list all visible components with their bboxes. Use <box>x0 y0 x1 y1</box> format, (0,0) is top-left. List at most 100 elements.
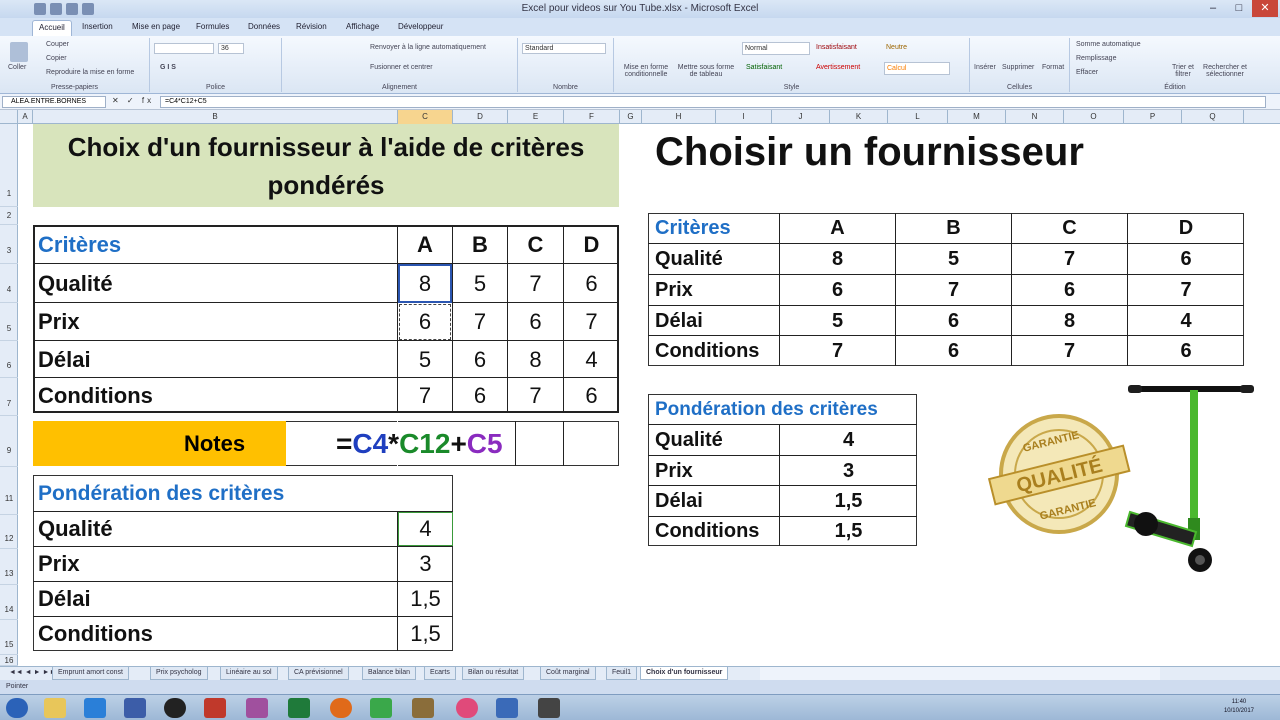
left-cell[interactable]: 5 <box>453 264 507 303</box>
col-f[interactable]: F <box>564 110 620 124</box>
right-weight-value[interactable]: 1,5 <box>780 517 917 546</box>
formula-edit-cell[interactable]: =C4*C12+C5 <box>336 426 503 462</box>
copy-button[interactable]: Copier <box>46 55 67 62</box>
horizontal-scrollbar[interactable] <box>760 667 1160 680</box>
col-d[interactable]: D <box>453 110 508 124</box>
right-cell[interactable]: 7 <box>1128 275 1244 305</box>
right-cell[interactable]: 6 <box>896 306 1011 336</box>
col-c[interactable]: C <box>398 110 453 124</box>
row-4[interactable]: 4 <box>0 264 18 303</box>
tab-formules[interactable]: Formules <box>190 20 235 36</box>
tab-developpeur[interactable]: Développeur <box>392 20 449 36</box>
col-e[interactable]: E <box>508 110 564 124</box>
row-15[interactable]: 15 <box>0 620 18 655</box>
worksheet[interactable]: Choix d'un fournisseur à l'aide de critè… <box>18 124 1280 666</box>
conditional-format-button[interactable]: Mise en forme conditionnelle <box>618 64 674 78</box>
row-1[interactable]: 1 <box>0 124 18 207</box>
number-format-select[interactable]: Standard <box>522 43 606 54</box>
left-cell[interactable]: 4 <box>564 341 619 378</box>
right-cell[interactable]: 4 <box>1128 306 1244 336</box>
ie-icon[interactable] <box>84 698 106 718</box>
row-7[interactable]: 7 <box>0 378 18 416</box>
wrap-text-button[interactable]: Renvoyer à la ligne automatiquement <box>370 44 486 51</box>
sheet-tab[interactable]: Prix psycholog <box>150 667 208 680</box>
col-j[interactable]: J <box>772 110 830 124</box>
pdf-icon[interactable] <box>204 698 226 718</box>
right-cell[interactable]: 6 <box>1128 336 1244 366</box>
app-icon[interactable] <box>412 698 434 718</box>
paste-icon[interactable] <box>10 42 28 62</box>
sheet-tab[interactable]: Balance bilan <box>362 667 417 680</box>
right-cell[interactable]: 6 <box>780 275 895 305</box>
left-cell[interactable]: 6 <box>453 378 507 413</box>
sheet-tab[interactable]: CA prévisionnel <box>288 667 349 680</box>
minimize-button[interactable]: – <box>1200 0 1226 17</box>
right-cell[interactable]: 5 <box>780 306 895 336</box>
weight-value[interactable]: 1,5 <box>398 617 453 651</box>
row-5[interactable]: 5 <box>0 303 18 341</box>
format-as-table-button[interactable]: Mettre sous forme de tableau <box>674 64 738 78</box>
sheet-tab[interactable]: Emprunt amort const <box>52 667 129 680</box>
delete-button[interactable]: Supprimer <box>1002 64 1034 71</box>
select-all-corner[interactable] <box>0 110 18 124</box>
sheet-tab[interactable]: Coût marginal <box>540 667 596 680</box>
sort-filter-button[interactable]: Trier et filtrer <box>1166 64 1200 78</box>
app-icon[interactable] <box>538 698 560 718</box>
paste-button[interactable]: Coller <box>8 64 26 71</box>
row-14[interactable]: 14 <box>0 585 18 620</box>
left-cell[interactable]: 8 <box>508 341 563 378</box>
app-icon[interactable] <box>124 698 146 718</box>
fill-button[interactable]: Remplissage <box>1076 55 1116 62</box>
left-cell[interactable]: 7 <box>508 264 563 303</box>
app-icon[interactable] <box>246 698 268 718</box>
row-2[interactable]: 2 <box>0 207 18 225</box>
sheet-tab[interactable]: Feuil1 <box>606 667 638 680</box>
row-16[interactable]: 16 <box>0 655 18 666</box>
merge-center-button[interactable]: Fusionner et centrer <box>370 64 433 71</box>
right-cell[interactable]: 7 <box>1012 336 1127 366</box>
col-o[interactable]: O <box>1064 110 1124 124</box>
style-avertissement[interactable]: Avertissement <box>816 64 860 71</box>
autosum-button[interactable]: Somme automatique <box>1076 41 1141 48</box>
tab-mise-en-page[interactable]: Mise en page <box>126 20 186 36</box>
right-cell[interactable]: 5 <box>896 244 1011 275</box>
formula-input[interactable]: =C4*C12+C5 <box>160 96 1266 108</box>
col-n[interactable]: N <box>1006 110 1064 124</box>
cell-c4[interactable]: 8 <box>398 264 452 303</box>
name-box[interactable]: ALEA.ENTRE.BORNES <box>2 96 106 108</box>
app-icon[interactable] <box>456 698 478 718</box>
row-9[interactable]: 9 <box>0 416 18 467</box>
app-icon[interactable] <box>496 698 518 718</box>
col-b[interactable]: B <box>33 110 398 124</box>
row-3[interactable]: 3 <box>0 225 18 264</box>
col-h[interactable]: H <box>642 110 716 124</box>
col-p[interactable]: P <box>1124 110 1182 124</box>
right-cell[interactable]: 6 <box>1128 244 1244 275</box>
maximize-button[interactable]: □ <box>1226 0 1252 17</box>
col-g[interactable]: G <box>620 110 642 124</box>
col-m[interactable]: M <box>948 110 1006 124</box>
left-cell[interactable]: 6 <box>453 341 507 378</box>
col-k[interactable]: K <box>830 110 888 124</box>
right-weight-value[interactable]: 1,5 <box>780 486 917 516</box>
clock[interactable]: 11:40 10/10/2017 <box>1224 698 1254 716</box>
left-cell[interactable]: 7 <box>508 378 563 413</box>
sheet-tab[interactable]: Ecarts <box>424 667 456 680</box>
row-6[interactable]: 6 <box>0 341 18 378</box>
app-icon[interactable] <box>370 698 392 718</box>
cut-button[interactable]: Couper <box>46 41 69 48</box>
cell-c5[interactable]: 6 <box>398 303 452 341</box>
col-q[interactable]: Q <box>1182 110 1244 124</box>
left-cell[interactable]: 6 <box>508 303 563 341</box>
sheet-tab-active[interactable]: Choix d'un fournisseur <box>640 667 729 680</box>
tab-revision[interactable]: Révision <box>290 20 333 36</box>
row-12[interactable]: 12 <box>0 515 18 549</box>
right-cell[interactable]: 7 <box>780 336 895 366</box>
excel-icon[interactable] <box>288 698 310 718</box>
right-weight-value[interactable]: 4 <box>780 425 917 455</box>
sheet-tab[interactable]: Linéaire au sol <box>220 667 278 680</box>
left-cell[interactable]: 7 <box>453 303 507 341</box>
left-cell[interactable]: 5 <box>398 341 452 378</box>
explorer-icon[interactable] <box>44 698 66 718</box>
right-cell[interactable]: 8 <box>1012 306 1127 336</box>
